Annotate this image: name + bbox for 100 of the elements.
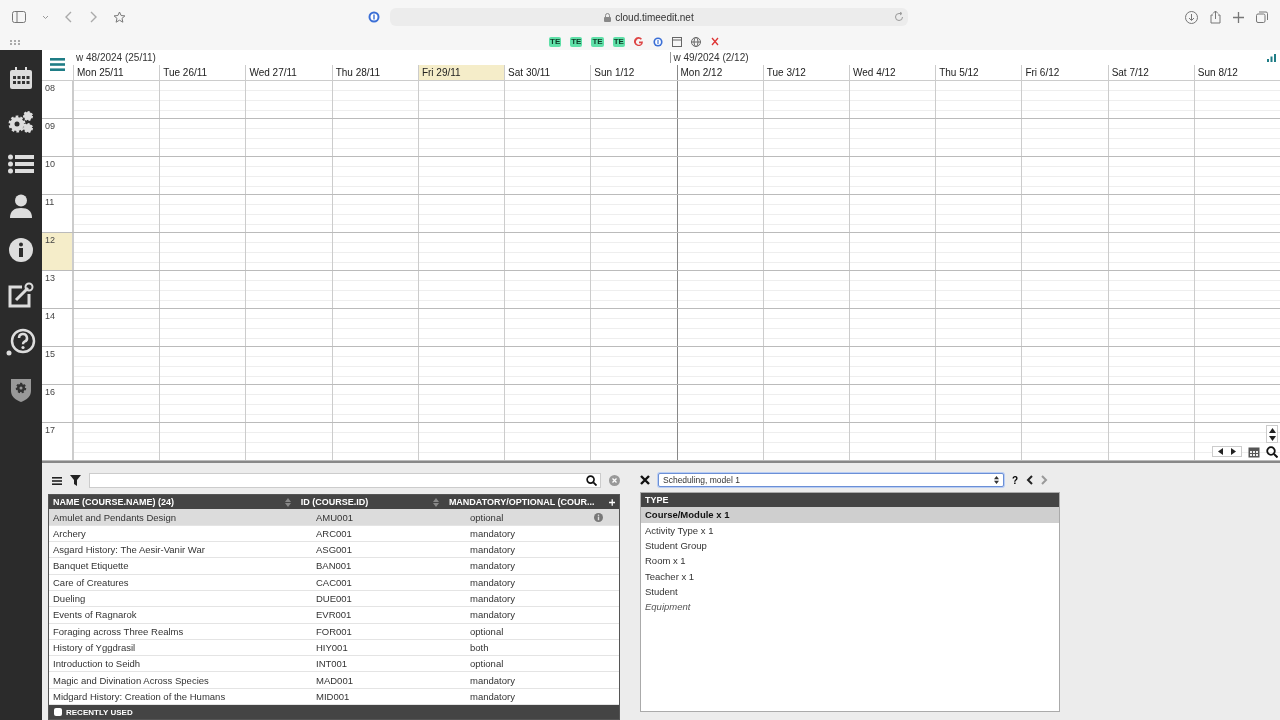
table-cell: mandatory: [470, 560, 515, 572]
user-icon[interactable]: [10, 194, 32, 218]
day-header[interactable]: Fri 6/12: [1021, 65, 1108, 80]
sort-icon[interactable]: [432, 497, 439, 507]
day-header[interactable]: Sun 8/12: [1193, 65, 1280, 80]
google-icon[interactable]: [633, 37, 644, 47]
help-icon[interactable]: [6, 328, 36, 356]
table-cell-text: ARC001: [316, 527, 353, 539]
search-icon[interactable]: [1266, 445, 1279, 458]
table-row[interactable]: Magic and Divination Across Species MAD001 mandatory: [49, 672, 619, 689]
close-icon[interactable]: [640, 475, 650, 486]
download-icon[interactable]: [1185, 10, 1198, 24]
table-row[interactable]: Banquet Etiquette BAN001 mandatory: [49, 558, 619, 575]
updown-icon: [994, 476, 999, 485]
chevron-down-icon[interactable]: [42, 14, 49, 20]
week-label: w 49/2024 (2/12): [673, 52, 749, 63]
sidebar-icon[interactable]: [12, 11, 26, 23]
checkbox[interactable]: [54, 708, 62, 716]
table-cell-text: Midgard History: Creation of the Humans: [53, 690, 227, 702]
type-row[interactable]: Student Group: [641, 538, 1059, 554]
forward-icon[interactable]: [1041, 475, 1049, 486]
type-row[interactable]: Equipment: [641, 599, 1059, 615]
filter-icon[interactable]: [70, 475, 81, 487]
day-header[interactable]: Mon 25/11: [73, 65, 160, 80]
back-icon[interactable]: [1026, 475, 1034, 486]
column-header[interactable]: ID (COURSE.ID): [300, 497, 369, 508]
column-header[interactable]: NAME (COURSE.NAME) (24): [53, 497, 174, 508]
help-button[interactable]: ?: [1012, 474, 1019, 486]
password-manager-icon[interactable]: [368, 11, 380, 23]
day-header[interactable]: Fri 29/11: [417, 65, 505, 80]
column-header: TYPE: [645, 495, 670, 506]
day-header[interactable]: Wed 4/12: [848, 65, 936, 80]
table-row[interactable]: Amulet and Pendants Design AMU001 optional: [49, 509, 619, 526]
bookmark-favicon[interactable]: TE: [549, 37, 562, 47]
day-header[interactable]: Sun 1/12: [590, 65, 677, 80]
table-row[interactable]: Asgard History: The Aesir-Vanir War ASG001 mandatory: [49, 542, 619, 559]
shield-gear-icon[interactable]: [10, 376, 32, 402]
menu-icon[interactable]: [52, 476, 62, 485]
type-row[interactable]: Teacher x 1: [641, 568, 1059, 584]
info-icon[interactable]: [9, 238, 33, 262]
table-row[interactable]: Dueling DUE001 mandatory: [49, 590, 619, 608]
type-row[interactable]: Room x 1: [641, 553, 1059, 569]
table-cell-text: Amulet and Pendants Design: [53, 511, 178, 523]
down-arrow-icon[interactable]: [1268, 435, 1276, 441]
recently-used-label: RECENTLY USED: [66, 707, 133, 717]
table-row[interactable]: Archery ARC001 mandatory: [49, 525, 619, 543]
day-header[interactable]: Mon 2/12: [676, 65, 763, 80]
plus-icon[interactable]: [1233, 11, 1244, 23]
type-row[interactable]: Student: [641, 583, 1059, 600]
table-row[interactable]: Introduction to Seidh INT001 optional: [49, 656, 619, 673]
column-header[interactable]: MANDATORY/OPTIONAL (COUR...: [448, 497, 595, 508]
star-icon[interactable]: [113, 10, 126, 24]
type-row[interactable]: Activity Type x 1: [641, 522, 1059, 539]
sort-icon[interactable]: [284, 497, 291, 507]
edit-icon[interactable]: [8, 282, 34, 308]
reload-icon[interactable]: [894, 12, 904, 22]
add-column-icon[interactable]: [608, 498, 615, 506]
calendar-icon[interactable]: [1248, 445, 1261, 458]
table-cell-text: Introduction to Seidh: [53, 658, 142, 670]
model-select[interactable]: Scheduling, model 1: [658, 473, 1004, 488]
scroll-buttons[interactable]: [1266, 425, 1279, 444]
bookmark-favicon[interactable]: TE: [570, 37, 583, 47]
address-bar[interactable]: cloud.timeedit.net: [390, 8, 908, 26]
clear-icon[interactable]: [609, 475, 620, 487]
search-icon[interactable]: [586, 475, 597, 487]
share-icon[interactable]: [1210, 10, 1221, 24]
type-row[interactable]: Course/Module x 1: [641, 507, 1059, 523]
bookmark-favicon[interactable]: TE: [591, 37, 604, 47]
day-header[interactable]: Thu 5/12: [935, 65, 1022, 80]
up-arrow-icon[interactable]: [1268, 427, 1276, 433]
table-row[interactable]: Foraging across Three Realms FOR001 optional: [49, 623, 619, 640]
previous-next-buttons[interactable]: [1212, 446, 1243, 458]
time-slot[interactable]: [1193, 423, 1280, 461]
day-header[interactable]: Thu 28/11: [331, 65, 418, 80]
day-header[interactable]: Tue 26/11: [159, 65, 246, 80]
table-cell-text: BAN001: [316, 560, 353, 572]
bookmark-favicon[interactable]: TE: [612, 37, 625, 47]
search-field[interactable]: [89, 473, 601, 489]
tabs-icon[interactable]: [1256, 11, 1268, 23]
day-header[interactable]: Tue 3/12: [762, 65, 849, 80]
right-arrow-icon[interactable]: [1231, 448, 1237, 456]
table-row[interactable]: Events of Ragnarok EVR001 mandatory: [49, 607, 619, 624]
calendar-icon[interactable]: [9, 66, 33, 90]
window-icon[interactable]: [671, 37, 682, 47]
bar-chart-icon[interactable]: [1267, 53, 1276, 62]
list-icon[interactable]: [8, 154, 34, 174]
day-header[interactable]: Sat 7/12: [1107, 65, 1194, 80]
table-row[interactable]: Care of Creatures CAC001 mandatory: [49, 574, 619, 591]
forward-icon[interactable]: [89, 11, 97, 23]
table-cell: mandatory: [470, 576, 515, 588]
grid-icon[interactable]: [10, 39, 20, 45]
hour-label: 17: [42, 423, 73, 461]
hour-label: 08: [42, 81, 73, 119]
day-header[interactable]: Sat 30/11: [504, 65, 591, 80]
gears-icon[interactable]: [8, 110, 34, 134]
table-row[interactable]: History of Yggdrasil HIY001 both: [49, 639, 619, 657]
globe-icon[interactable]: [690, 37, 701, 47]
day-header[interactable]: Wed 27/11: [245, 65, 332, 80]
password-manager-icon[interactable]: [652, 37, 663, 47]
left-arrow-icon[interactable]: [1218, 448, 1224, 456]
